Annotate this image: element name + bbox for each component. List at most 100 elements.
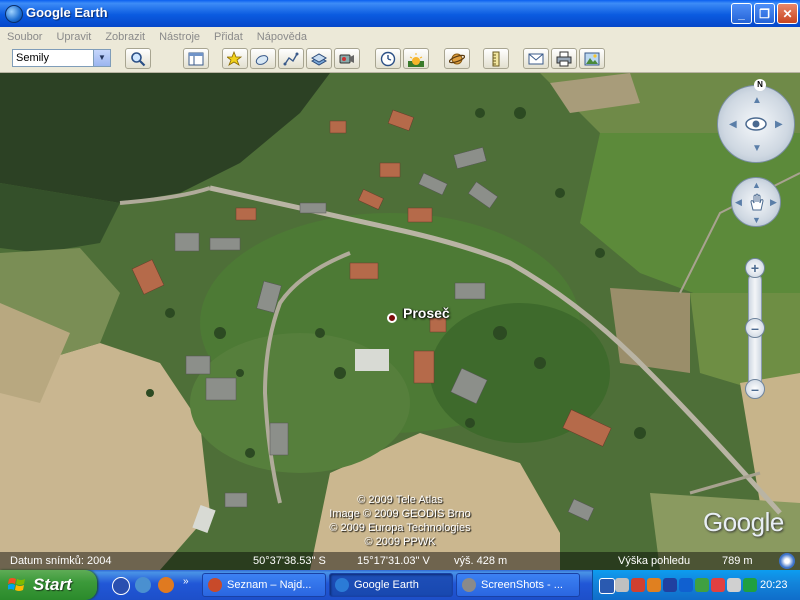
credit-line: Image © 2009 GEODIS Brno xyxy=(329,508,471,520)
place-label[interactable]: Proseč xyxy=(403,305,450,321)
menu-pridat[interactable]: Přidat xyxy=(207,28,250,47)
chevron-down-icon[interactable]: ▼ xyxy=(93,50,110,66)
elevation-readout: výš. 428 m xyxy=(454,555,508,567)
menu-upravit[interactable]: Upravit xyxy=(49,28,98,47)
close-button[interactable]: ✕ xyxy=(777,3,798,24)
search-button[interactable] xyxy=(125,48,151,69)
google-logo: Google xyxy=(703,507,784,537)
tray-app-icon[interactable] xyxy=(695,578,709,592)
sunlight-button[interactable] xyxy=(403,48,429,69)
planet-icon xyxy=(449,53,465,65)
task-button-seznam[interactable]: Seznam – Najd... xyxy=(202,573,326,597)
ruler-icon xyxy=(492,51,500,67)
streaming-icon xyxy=(779,553,795,569)
arrow-down-icon[interactable]: ▼ xyxy=(752,143,762,154)
placemark-dot[interactable] xyxy=(387,313,397,323)
start-label: Start xyxy=(33,575,72,594)
zoom-in-button[interactable]: + xyxy=(745,258,765,278)
switch-planet-button[interactable] xyxy=(444,48,470,69)
hand-icon xyxy=(750,193,764,211)
polygon-icon xyxy=(255,55,269,65)
quicklaunch-firefox-icon[interactable] xyxy=(158,577,174,593)
latitude-readout: 50°37'38.53" S xyxy=(253,555,326,567)
taskbar: Start » Seznam – Najd... Google Earth Sc… xyxy=(0,570,800,600)
tray-c-icon[interactable] xyxy=(663,578,677,592)
clock-icon xyxy=(380,51,396,67)
zoom-out-button[interactable]: – xyxy=(745,379,765,399)
search-select-value: Semily xyxy=(16,52,50,64)
quicklaunch-browser-icon[interactable] xyxy=(135,577,151,593)
window-title: Google Earth xyxy=(26,5,108,20)
overlay-icon xyxy=(311,53,327,66)
menu-napoveda[interactable]: Nápověda xyxy=(250,28,314,47)
email-button[interactable] xyxy=(523,48,549,69)
search-icon xyxy=(131,52,146,67)
zoom-slider-thumb[interactable]: – xyxy=(745,318,765,338)
task-button-screenshots[interactable]: ScreenShots - ... xyxy=(456,573,580,597)
task-icon xyxy=(335,578,349,592)
arrow-down-icon[interactable]: ▼ xyxy=(752,215,761,225)
task-icon xyxy=(208,578,222,592)
start-button[interactable]: Start xyxy=(0,570,97,600)
sidebar-toggle-button[interactable] xyxy=(183,48,209,69)
save-image-button[interactable] xyxy=(579,48,605,69)
email-icon xyxy=(528,53,544,65)
look-control[interactable]: ▲ ▼ ◀ ▶ xyxy=(717,85,795,163)
task-label: Google Earth xyxy=(354,579,419,591)
placemark-icon xyxy=(227,51,243,66)
quicklaunch-chevron-icon[interactable]: » xyxy=(183,576,189,587)
clock: 20:23 xyxy=(760,579,788,591)
add-overlay-button[interactable] xyxy=(306,48,332,69)
arrow-right-icon[interactable]: ▶ xyxy=(775,119,783,130)
add-path-button[interactable] xyxy=(278,48,304,69)
menu-soubor[interactable]: Soubor xyxy=(0,28,49,47)
task-icon xyxy=(462,578,476,592)
tray-app-icon[interactable] xyxy=(743,578,757,592)
task-button-google-earth[interactable]: Google Earth xyxy=(329,573,453,597)
status-bar: Datum snímků: 2004 50°37'38.53" S 15°17'… xyxy=(0,552,800,570)
arrow-up-icon[interactable]: ▲ xyxy=(752,180,761,190)
tray-bluetooth-icon[interactable] xyxy=(679,578,693,592)
credit-line: © 2009 Europa Technologies xyxy=(329,522,471,534)
minimize-button[interactable]: _ xyxy=(731,3,752,24)
imagery-credits: © 2009 Tele Atlas Image © 2009 GEODIS Br… xyxy=(300,493,500,549)
tray-app-icon[interactable] xyxy=(631,578,645,592)
image-icon xyxy=(584,52,600,66)
arrow-left-icon[interactable]: ◀ xyxy=(735,197,742,208)
imagery-date: Datum snímků: 2004 xyxy=(10,555,112,567)
task-label: ScreenShots - ... xyxy=(481,579,563,591)
print-icon xyxy=(556,51,572,67)
map-view[interactable]: Proseč © 2009 Tele Atlas Image © 2009 GE… xyxy=(0,73,800,570)
add-polygon-button[interactable] xyxy=(250,48,276,69)
eye-altitude-value: 789 m xyxy=(722,555,753,567)
tray-app-icon[interactable] xyxy=(711,578,725,592)
tray-app-icon[interactable] xyxy=(647,578,661,592)
eye-icon xyxy=(745,117,767,131)
arrow-up-icon[interactable]: ▲ xyxy=(752,95,762,106)
north-indicator[interactable]: N xyxy=(754,79,766,91)
title-bar: Google Earth _ ❐ ✕ xyxy=(0,0,800,27)
arrow-left-icon[interactable]: ◀ xyxy=(729,119,737,130)
windows-flag-icon xyxy=(8,578,25,591)
add-placemark-button[interactable] xyxy=(222,48,248,69)
sun-icon xyxy=(408,53,424,67)
search-select[interactable]: Semily ▼ xyxy=(12,49,111,67)
move-control[interactable]: ▲ ▼ ◀ ▶ xyxy=(731,177,781,227)
menu-zobrazit[interactable]: Zobrazit xyxy=(98,28,152,47)
quicklaunch-c-icon[interactable] xyxy=(112,577,130,595)
historical-imagery-button[interactable] xyxy=(375,48,401,69)
record-tour-button[interactable] xyxy=(334,48,360,69)
tray-arrow-icon[interactable] xyxy=(599,578,615,594)
print-button[interactable] xyxy=(551,48,577,69)
arrow-right-icon[interactable]: ▶ xyxy=(770,197,777,208)
path-icon xyxy=(283,52,299,66)
ruler-button[interactable] xyxy=(483,48,509,69)
menu-nastroje[interactable]: Nástroje xyxy=(152,28,207,47)
longitude-readout: 15°17'31.03" V xyxy=(357,555,430,567)
tray-camera-icon[interactable] xyxy=(615,578,629,592)
google-earth-app-icon xyxy=(5,5,23,23)
maximize-button[interactable]: ❐ xyxy=(754,3,775,24)
tray-volume-icon[interactable] xyxy=(727,578,741,592)
credit-line: © 2009 PPWK xyxy=(364,536,436,548)
task-label: Seznam – Najd... xyxy=(227,579,312,591)
